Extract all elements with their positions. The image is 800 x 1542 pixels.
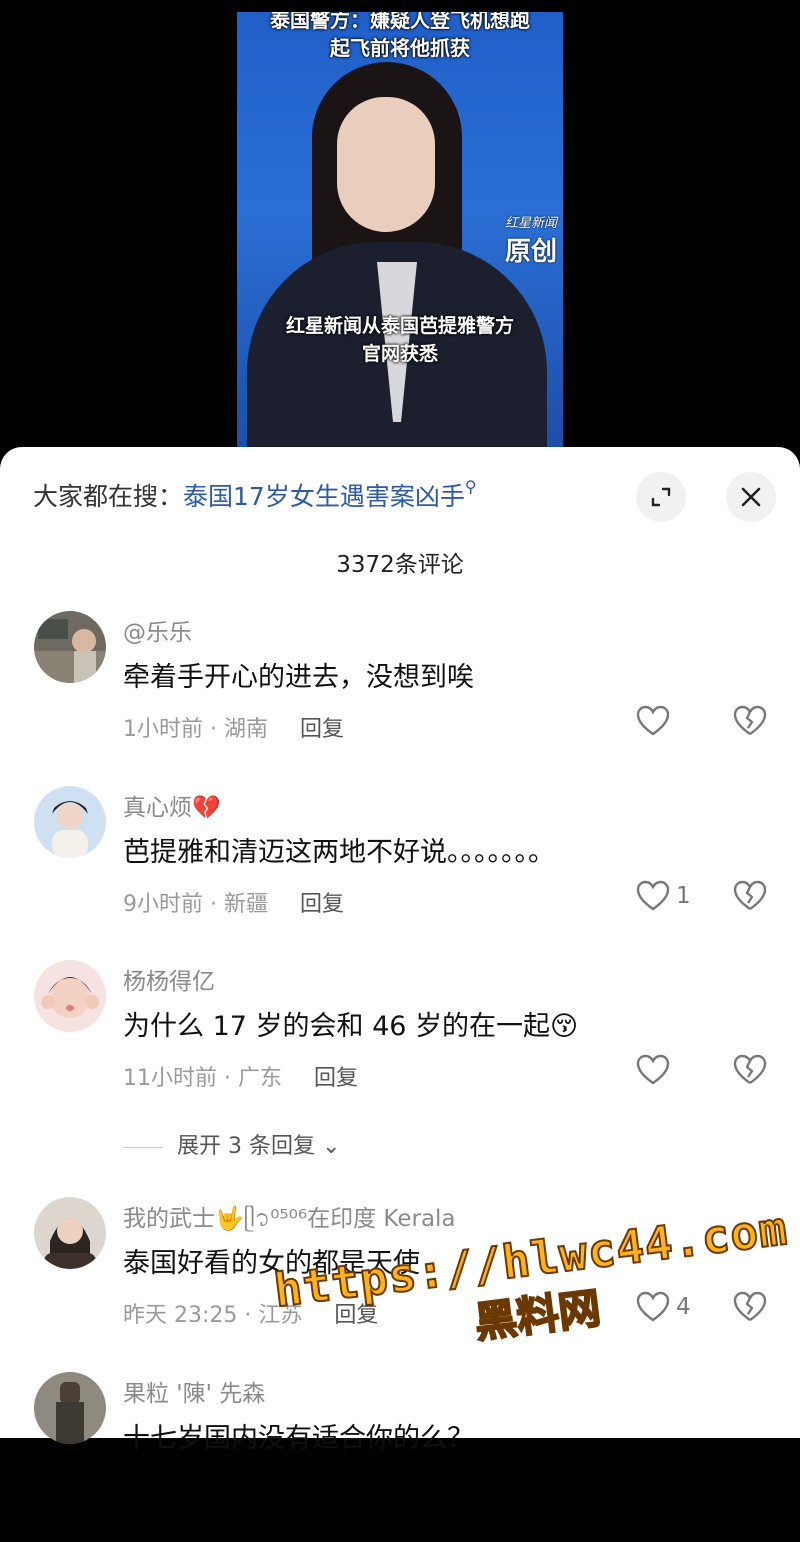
comment-time-location: 11小时前 · 广东 <box>123 1066 282 1091</box>
expand-replies-button[interactable]: 展开 3 条回复 ⌄ <box>123 1128 340 1160</box>
comment-time-location: 9小时前 · 新疆 <box>123 892 268 917</box>
avatar[interactable] <box>34 611 106 683</box>
broken-heart-icon <box>733 880 767 910</box>
reply-button[interactable]: 回复 <box>314 1066 358 1091</box>
comment-text: 为什么 17 岁的会和 46 岁的在一起😚 <box>123 1011 579 1042</box>
like-count: 1 <box>676 883 691 909</box>
news-anchor-face <box>337 97 435 232</box>
heart-icon <box>636 880 670 911</box>
like-button[interactable] <box>636 705 676 737</box>
comment-item: 杨杨得亿 为什么 17 岁的会和 46 岁的在一起😚 11小时前 · 广东 回复 <box>0 960 800 1130</box>
trending-search[interactable]: 大家都在搜：泰国17岁女生遇害案凶手⚲ <box>33 477 477 513</box>
trending-search-keyword[interactable]: 泰国17岁女生遇害案凶手 <box>183 482 465 511</box>
broken-heart-icon <box>733 1054 767 1084</box>
comment-meta: 11小时前 · 广东 回复 <box>123 1060 358 1092</box>
like-button[interactable] <box>636 1054 676 1086</box>
trending-search-prefix: 大家都在搜： <box>33 482 184 511</box>
reply-button[interactable]: 回复 <box>300 892 344 917</box>
chevron-down-icon: ⌄ <box>321 1134 341 1159</box>
video-player[interactable]: 泰国警方：嫌疑人登飞机想跑 起飞前将他抓获 红星新闻 原创 红星新闻从泰国芭提雅… <box>0 0 800 450</box>
comment-text: 十七岁国内没有适合你的么？ <box>123 1423 474 1454</box>
close-icon <box>741 487 761 507</box>
video-subtitle: 红星新闻从泰国芭提雅警方 官网获悉 <box>285 315 514 365</box>
comment-item: 真心烦💔 芭提雅和清迈这两地不好说。。。。。。。 9小时前 · 新疆 回复 1 <box>0 786 800 956</box>
comment-item: 果粒 '陳' 先森 十七岁国内没有适合你的么？ <box>0 1372 800 1542</box>
comment-username[interactable]: @乐乐 <box>123 613 192 647</box>
avatar[interactable] <box>34 1197 106 1269</box>
expand-icon <box>651 487 671 507</box>
expand-replies-label: 展开 3 条回复 <box>177 1134 315 1159</box>
comment-username[interactable]: 我的武士🤟ᥫ᭡⁰⁵⁰⁶在印度 Kerala <box>123 1199 456 1243</box>
close-button[interactable] <box>726 472 776 522</box>
heart-icon <box>636 1054 670 1085</box>
dislike-button[interactable] <box>733 880 767 916</box>
comment-meta: 9小时前 · 新疆 回复 <box>123 886 344 918</box>
dislike-button[interactable] <box>733 1054 767 1090</box>
expand-button[interactable] <box>636 472 686 522</box>
avatar[interactable] <box>34 960 106 1032</box>
search-icon: ⚲ <box>464 477 477 496</box>
comment-item: @乐乐 牵着手开心的进去，没想到唉 1小时前 · 湖南 回复 <box>0 611 800 781</box>
comment-username[interactable]: 果粒 '陳' 先森 <box>123 1374 265 1408</box>
avatar[interactable] <box>34 786 106 858</box>
brand-logo: 红星新闻 原创 <box>504 216 557 267</box>
like-button[interactable]: 1 <box>636 880 691 912</box>
reply-button[interactable]: 回复 <box>300 717 344 742</box>
broken-heart-icon <box>733 705 767 735</box>
avatar[interactable] <box>34 1372 106 1444</box>
comment-count: 3372条评论 <box>336 552 464 578</box>
comment-text: 芭提雅和清迈这两地不好说。。。。。。。 <box>123 837 555 868</box>
divider-line <box>123 1146 163 1148</box>
heart-icon <box>636 705 670 736</box>
video-headline: 泰国警方：嫌疑人登飞机想跑 起飞前将他抓获 <box>270 12 530 60</box>
comment-username[interactable]: 真心烦💔 <box>123 788 221 822</box>
comment-time-location: 1小时前 · 湖南 <box>123 717 268 742</box>
comment-text: 牵着手开心的进去，没想到唉 <box>123 662 474 693</box>
dislike-button[interactable] <box>733 705 767 741</box>
comment-meta: 1小时前 · 湖南 回复 <box>123 711 344 743</box>
comment-username[interactable]: 杨杨得亿 <box>123 962 215 996</box>
video-frame[interactable]: 泰国警方：嫌疑人登飞机想跑 起飞前将他抓获 红星新闻 原创 红星新闻从泰国芭提雅… <box>237 12 563 450</box>
